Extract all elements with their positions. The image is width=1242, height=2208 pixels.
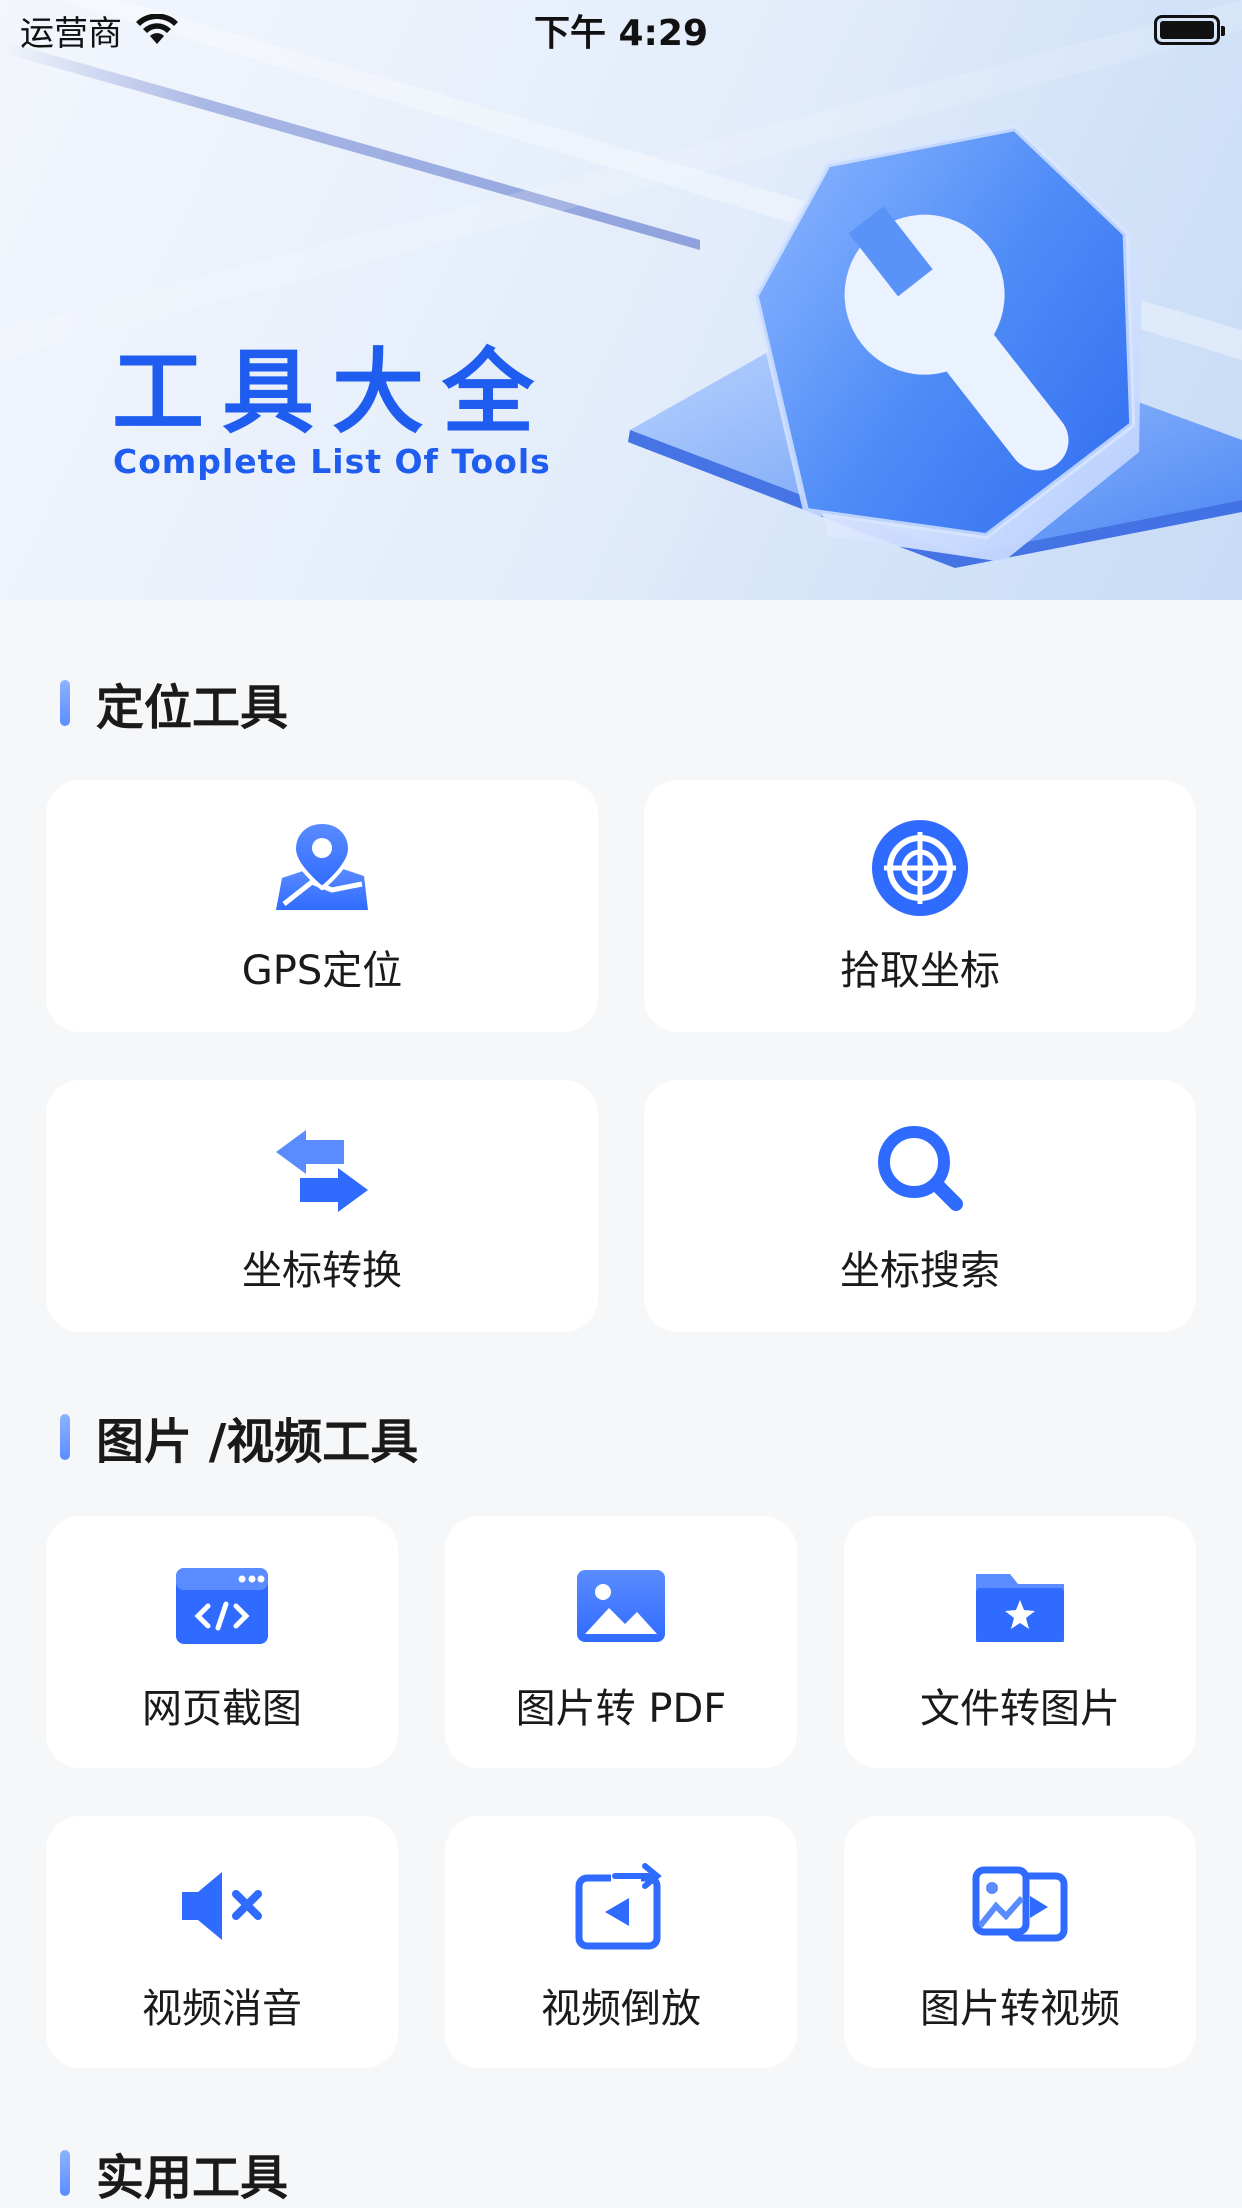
tool-card-pick-coordinate[interactable]: 拾取坐标	[644, 780, 1196, 1032]
image-to-video-icon	[970, 1856, 1070, 1956]
tool-card-web-screenshot[interactable]: 网页截图	[46, 1516, 398, 1768]
folder-star-icon	[970, 1556, 1070, 1656]
search-icon	[870, 1118, 970, 1218]
swap-arrows-icon	[272, 1118, 372, 1218]
section-header-utility: 实用工具	[60, 2138, 288, 2208]
tool-label: GPS定位	[241, 948, 403, 994]
hero-banner: 运营商 下午 4:29 工具大全 Complete List Of Tools	[0, 0, 1242, 600]
image-icon	[571, 1556, 671, 1656]
section-accent-bar	[60, 2150, 70, 2196]
app-page: 运营商 下午 4:29 工具大全 Complete List Of Tools …	[0, 0, 1242, 2208]
hero-decoration	[0, 0, 1242, 568]
tool-label: 文件转图片	[920, 1686, 1120, 1732]
tool-label: 视频倒放	[541, 1986, 701, 2032]
section-header-location: 定位工具	[60, 668, 288, 738]
carrier-label: 运营商	[20, 13, 122, 54]
tool-label: 拾取坐标	[840, 948, 1000, 994]
tool-card-file-to-image[interactable]: 文件转图片	[844, 1516, 1196, 1768]
section-title: 定位工具	[96, 680, 289, 736]
section-title: 实用工具	[96, 2150, 289, 2206]
map-pin-icon	[272, 818, 372, 918]
tool-card-image-to-pdf[interactable]: 图片转 PDF	[445, 1516, 797, 1768]
hero-title: 工具大全	[112, 339, 553, 446]
tool-card-coordinate-convert[interactable]: 坐标转换	[46, 1080, 598, 1332]
tool-card-coordinate-search[interactable]: 坐标搜索	[644, 1080, 1196, 1332]
tool-label: 图片转 PDF	[515, 1686, 727, 1732]
status-time: 下午 4:29	[533, 13, 709, 54]
reverse-play-icon	[571, 1856, 671, 1956]
tool-card-image-to-video[interactable]: 图片转视频	[844, 1816, 1196, 2068]
section-accent-bar	[60, 680, 70, 726]
web-code-icon	[172, 1556, 272, 1656]
wifi-icon	[136, 14, 178, 44]
tool-label: 坐标转换	[242, 1248, 402, 1294]
tool-label: 视频消音	[142, 1986, 302, 2032]
section-accent-bar	[60, 1414, 70, 1460]
tool-label: 图片转视频	[920, 1986, 1120, 2032]
tool-label: 坐标搜索	[840, 1248, 1000, 1294]
section-title: 图片 /视频工具	[96, 1414, 419, 1470]
tool-card-video-reverse[interactable]: 视频倒放	[445, 1816, 797, 2068]
tool-card-video-mute[interactable]: 视频消音	[46, 1816, 398, 2068]
tool-label: 网页截图	[142, 1686, 302, 1732]
mute-icon	[172, 1856, 272, 1956]
battery-icon	[1154, 15, 1225, 45]
hero-subtitle: Complete List Of Tools	[113, 442, 551, 481]
status-bar: 运营商 下午 4:29	[0, 0, 1242, 60]
tool-card-gps[interactable]: GPS定位	[46, 780, 598, 1032]
section-header-image-video: 图片 /视频工具	[60, 1402, 418, 1472]
target-icon	[870, 818, 970, 918]
